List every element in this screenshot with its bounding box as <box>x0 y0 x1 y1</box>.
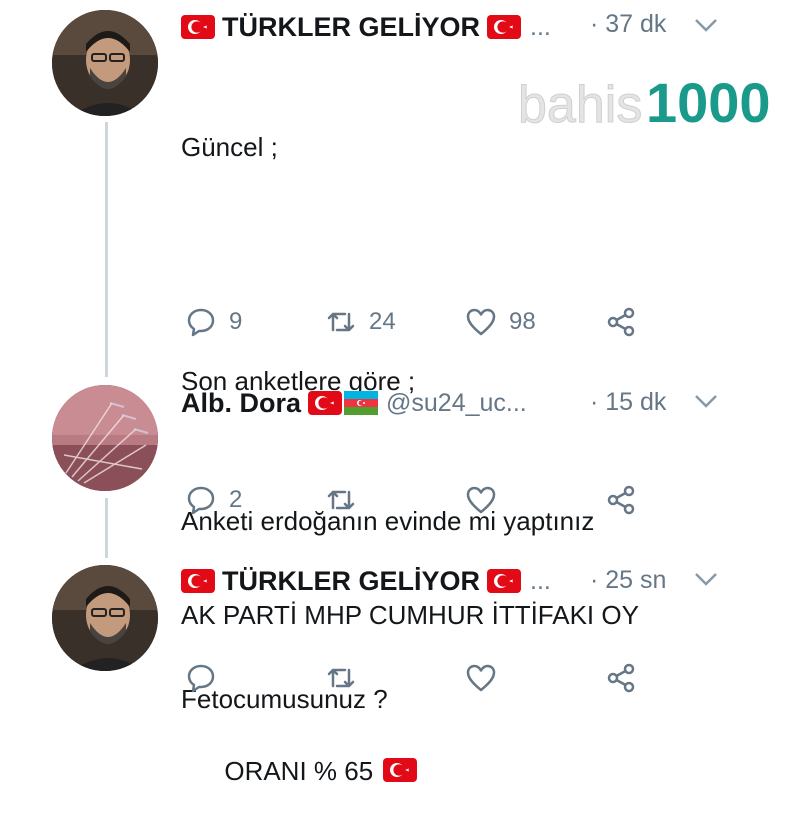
display-name[interactable]: Alb. Dora <box>181 388 301 419</box>
like-button[interactable] <box>465 483 509 517</box>
reply-button[interactable]: 2 <box>185 483 242 517</box>
retweet-icon <box>327 490 355 510</box>
retweet-icon <box>327 312 355 332</box>
retweet-button[interactable]: 24 <box>325 305 396 339</box>
tweet-header: TÜRKLER GELİYOR ... <box>181 10 551 44</box>
reply-button[interactable] <box>185 661 229 695</box>
retweet-icon <box>327 668 355 688</box>
like-icon <box>466 664 496 692</box>
turkey-flag-icon <box>487 15 522 39</box>
reply-count: 9 <box>229 308 243 335</box>
reply-button[interactable]: 9 <box>185 305 242 339</box>
like-button[interactable] <box>465 661 509 695</box>
display-name[interactable]: TÜRKLER GELİYOR <box>222 566 480 597</box>
name-truncation: ... <box>530 566 551 595</box>
chevron-down-icon[interactable] <box>693 16 719 36</box>
retweet-button[interactable] <box>325 483 369 517</box>
name-truncation: ... <box>530 12 551 41</box>
like-icon <box>466 486 496 514</box>
chevron-down-icon[interactable] <box>693 392 719 412</box>
reply-icon <box>187 486 215 515</box>
turkey-flag-icon <box>181 569 215 593</box>
user-handle[interactable]: @su24_uc... <box>386 389 527 418</box>
avatar[interactable] <box>52 385 158 491</box>
tweet-header: Alb. Dora @su24_uc... <box>181 386 527 420</box>
tweet-text-line: Güncel ; <box>181 132 278 162</box>
timestamp[interactable]: · 25 sn <box>590 566 666 595</box>
reply-icon <box>187 308 215 337</box>
azerbaijan-flag-icon <box>344 391 379 415</box>
display-name[interactable]: TÜRKLER GELİYOR <box>222 12 480 43</box>
chevron-down-icon[interactable] <box>693 570 719 590</box>
retweet-count: 24 <box>369 308 396 335</box>
share-button[interactable] <box>605 661 637 695</box>
reply-count: 2 <box>229 486 243 513</box>
tweet-text: Fetocumusunuz ? <box>181 602 388 797</box>
share-button[interactable] <box>605 483 637 517</box>
turkey-flag-icon <box>383 758 418 782</box>
thread-line <box>105 122 108 377</box>
tweet-text-line: Anketi erdoğanın evinde mi yaptınız <box>181 506 595 536</box>
like-icon <box>466 308 496 336</box>
like-count: 98 <box>509 308 536 335</box>
share-icon <box>607 307 635 337</box>
avatar-image <box>52 10 158 116</box>
timestamp[interactable]: · 37 dk <box>590 10 666 39</box>
avatar-image <box>52 385 158 491</box>
turkey-flag-icon <box>181 15 215 39</box>
avatar[interactable] <box>52 10 158 116</box>
avatar[interactable] <box>52 565 158 671</box>
thread-line <box>105 498 108 558</box>
like-button[interactable]: 98 <box>465 305 536 339</box>
avatar-image <box>52 565 158 671</box>
turkey-flag-icon <box>308 391 343 415</box>
tweet-text-line <box>181 245 639 284</box>
share-icon <box>607 485 635 515</box>
retweet-button[interactable] <box>325 661 369 695</box>
watermark-suffix: 1000 <box>646 72 771 134</box>
share-button[interactable] <box>605 305 637 339</box>
tweet-header: TÜRKLER GELİYOR ... <box>181 564 551 598</box>
share-icon <box>607 663 635 693</box>
reply-icon <box>187 664 215 693</box>
timestamp[interactable]: · 15 dk <box>590 388 666 417</box>
turkey-flag-icon <box>487 569 522 593</box>
